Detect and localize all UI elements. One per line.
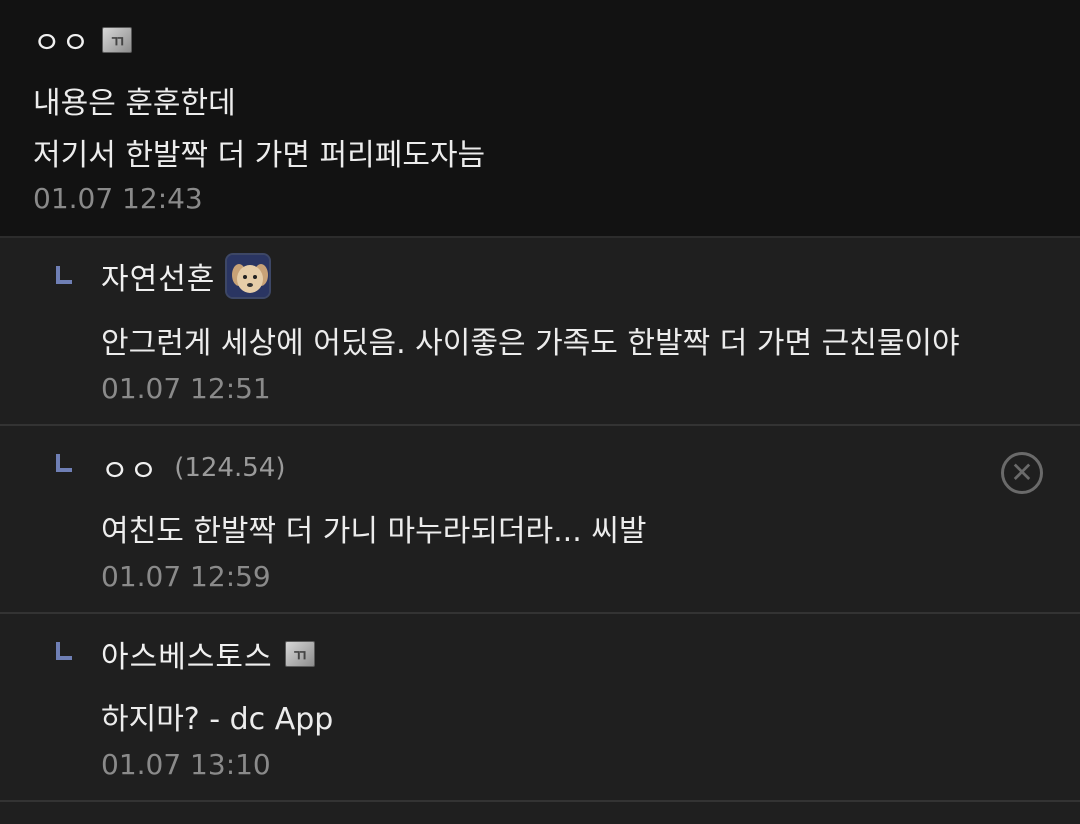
reply-nickname[interactable]: ㅇㅇ	[101, 446, 158, 490]
main-comment-line-2: 저기서 한발짝 더 가면 퍼리페도자늠	[33, 138, 486, 173]
dog-avatar-icon	[225, 253, 272, 299]
main-comment: ㅇㅇ ㄲ 내용은 훈훈한데 저기서 한발짝 더 가면 퍼리페도자늠 01.07 …	[0, 0, 1080, 238]
reply-nickname[interactable]: 아스베스토스	[101, 632, 273, 676]
reply-body: 안그런게 세상에 어딨음. 사이좋은 가족도 한발짝 더 가면 근친물이야	[101, 326, 960, 361]
reply-timestamp: 01.07 12:59	[101, 560, 271, 593]
main-comment-nickname[interactable]: ㅇㅇ	[33, 18, 90, 62]
reply-body: 하지마? - dc App	[101, 702, 334, 737]
delete-circle-icon[interactable]: ✕	[1001, 452, 1043, 494]
reply-timestamp: 01.07 13:10	[101, 748, 271, 781]
reply-item: ㅇㅇ (124.54) ✕ 여친도 한발짝 더 가니 마누라되더라... 씨발 …	[0, 426, 1080, 614]
fixed-nick-badge-icon: ㄲ	[102, 27, 133, 53]
reply-nickname[interactable]: 자연선혼	[101, 254, 215, 298]
reply-arrow-icon	[56, 454, 72, 472]
main-comment-line-1: 내용은 훈훈한데	[33, 86, 236, 121]
reply-body: 여친도 한발짝 더 가니 마누라되더라... 씨발	[101, 514, 647, 549]
main-comment-body: 내용은 훈훈한데 저기서 한발짝 더 가면 퍼리페도자늠	[33, 78, 485, 182]
main-comment-timestamp: 01.07 12:43	[33, 182, 203, 215]
reply-author: ㅇㅇ (124.54)	[101, 444, 285, 492]
reply-ip: (124.54)	[174, 453, 286, 483]
main-comment-author: ㅇㅇ ㄲ	[33, 18, 133, 62]
reply-author: 자연선혼	[101, 252, 272, 300]
fixed-nick-badge-icon: ㄲ	[284, 641, 315, 667]
reply-item: 자연선혼 안그런게 세상에 어딨음. 사이좋은 가족도 한발짝 더 가면 근친물…	[0, 238, 1080, 426]
reply-timestamp: 01.07 12:51	[101, 372, 271, 405]
reply-arrow-icon	[56, 642, 72, 660]
reply-arrow-icon	[56, 266, 72, 284]
reply-item: 아스베스토스 ㄲ 하지마? - dc App 01.07 13:10	[0, 614, 1080, 802]
reply-author: 아스베스토스 ㄲ	[101, 630, 315, 678]
